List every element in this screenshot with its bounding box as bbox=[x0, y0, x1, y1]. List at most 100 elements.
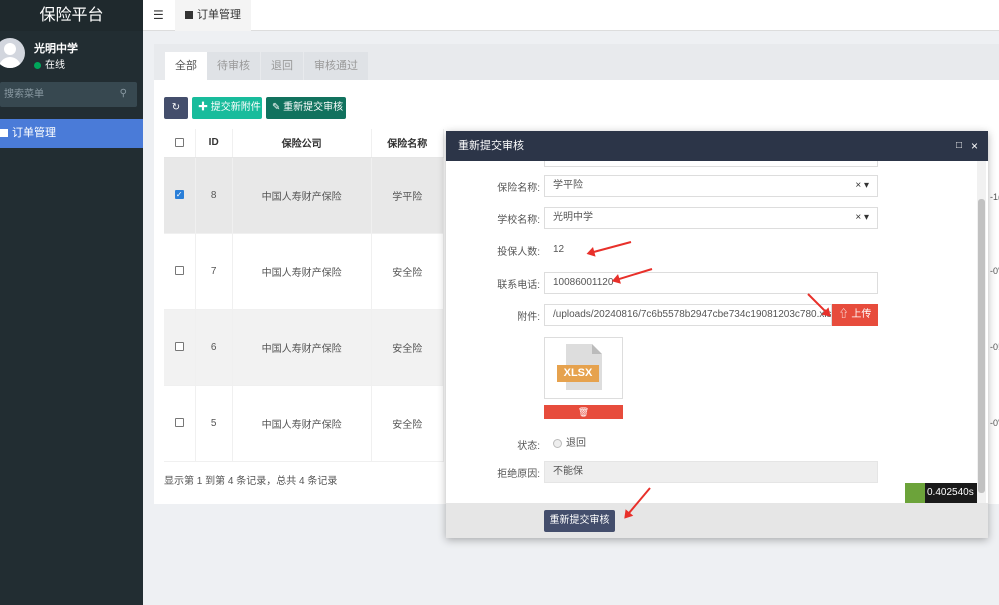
row-checkbox[interactable]: ✓ bbox=[174, 190, 184, 200]
sidebar-item-label: 订单管理 bbox=[12, 127, 56, 139]
cell-id: 7 bbox=[195, 233, 233, 310]
form-row-insured-count: 投保人数: 12 bbox=[446, 239, 976, 261]
user-name: 光明中学 bbox=[34, 43, 78, 55]
header-tab-orders[interactable]: 订单管理 bbox=[175, 0, 251, 31]
tab-approved[interactable]: 审核通过 bbox=[304, 52, 368, 80]
cell-company: 中国人寿财产保险 bbox=[232, 233, 372, 310]
row-select-cell bbox=[164, 233, 196, 310]
cell-id: 6 bbox=[195, 309, 233, 386]
avatar bbox=[0, 38, 25, 68]
status-radio-group: 退回 bbox=[544, 433, 878, 455]
load-timer-badge[interactable]: 0.402540s bbox=[905, 483, 977, 503]
attachment-path-field[interactable]: /uploads/20240816/7c6b5578b2947cbe734c19… bbox=[544, 304, 832, 326]
form-row-school-name: 学校名称: 光明中学 × ▾ bbox=[446, 207, 976, 229]
dialog-title: 重新提交审核 bbox=[458, 140, 524, 152]
resubmit-review-button[interactable]: ✎ 重新提交审核 bbox=[266, 97, 346, 119]
table-row[interactable]: ✓ 8 中国人寿财产保险 学平险 bbox=[164, 157, 445, 234]
close-icon[interactable]: × bbox=[971, 131, 978, 161]
table-header-row: ID 保险公司 保险名称 bbox=[164, 129, 445, 158]
status-label: 状态: bbox=[517, 441, 540, 452]
clear-caret-icon[interactable]: × ▾ bbox=[855, 176, 869, 196]
file-type-badge: XLSX bbox=[557, 365, 599, 382]
user-panel: 光明中学 在线 bbox=[0, 36, 143, 76]
insurance-name-select[interactable]: 学平险 × ▾ bbox=[544, 175, 878, 197]
insured-count-label: 投保人数: bbox=[497, 247, 540, 258]
form-row-reject-reason: 拒绝原因: 不能保 bbox=[446, 461, 976, 483]
sidebar: 保险平台 光明中学 在线 ⚲ 订单管理 bbox=[0, 0, 143, 605]
form-row-status: 状态: 退回 bbox=[446, 433, 976, 455]
row-checkbox[interactable] bbox=[174, 266, 184, 276]
cell-name: 安全险 bbox=[371, 385, 445, 462]
cell-name: 安全险 bbox=[371, 309, 445, 386]
upload-icon: ⇧ bbox=[838, 309, 849, 320]
header-tab-label: 订单管理 bbox=[197, 9, 241, 21]
form-row-attachment: 附件: /uploads/20240816/7c6b5578b2947cbe73… bbox=[446, 304, 976, 326]
table-row[interactable]: 7 中国人寿财产保险 安全险 bbox=[164, 233, 445, 310]
search-icon[interactable]: ⚲ bbox=[120, 88, 127, 99]
add-attachment-button[interactable]: ✚ 提交新附件 bbox=[192, 97, 262, 119]
hamburger-icon[interactable]: ☰ bbox=[153, 8, 164, 22]
status-text: 在线 bbox=[45, 60, 65, 71]
tab-pending[interactable]: 待审核 bbox=[207, 52, 260, 80]
upload-button[interactable]: ⇧ 上传 bbox=[832, 304, 878, 326]
cell-company: 中国人寿财产保险 bbox=[232, 157, 372, 234]
delete-attachment-button[interactable]: 🗑 bbox=[544, 405, 623, 419]
resubmit-button[interactable]: 重新提交审核 bbox=[544, 510, 615, 532]
cell-company: 中国人寿财产保险 bbox=[232, 385, 372, 462]
list-icon bbox=[0, 129, 8, 138]
row-select-cell bbox=[164, 385, 196, 462]
dialog-body: 保险名称: 学平险 × ▾ 学校名称: 光明中学 × ▾ 投保人数: 12 联系电话… bbox=[446, 161, 988, 503]
reject-reason-field: 不能保 bbox=[544, 461, 878, 483]
col-name[interactable]: 保险名称 bbox=[371, 129, 445, 158]
pagination-summary: 显示第 1 到第 4 条记录，总共 4 条记录 bbox=[164, 476, 338, 487]
trash-icon: 🗑 bbox=[577, 407, 590, 417]
cell-id: 5 bbox=[195, 385, 233, 462]
refresh-button[interactable]: ↻ bbox=[164, 97, 188, 119]
phone-field[interactable]: 10086001120 bbox=[544, 272, 878, 294]
add-attachment-label: 提交新附件 bbox=[210, 102, 261, 113]
col-company[interactable]: 保险公司 bbox=[232, 129, 372, 158]
partial-field[interactable] bbox=[544, 161, 878, 167]
attachment-label: 附件: bbox=[517, 312, 540, 323]
school-name-label: 学校名称: bbox=[497, 215, 540, 226]
school-name-value: 光明中学 bbox=[553, 212, 593, 223]
dialog-header: 重新提交审核 □ × bbox=[446, 131, 988, 161]
cell-name: 安全险 bbox=[371, 233, 445, 310]
reject-reason-label: 拒绝原因: bbox=[497, 469, 540, 480]
user-status: 在线 bbox=[34, 56, 65, 71]
tab-all[interactable]: 全部 bbox=[165, 52, 207, 80]
clear-caret-icon[interactable]: × ▾ bbox=[855, 208, 869, 228]
cell-overflow: -1( bbox=[990, 192, 999, 202]
status-radio[interactable] bbox=[553, 438, 562, 448]
form-row-partial bbox=[446, 161, 976, 167]
table-row[interactable]: 6 中国人寿财产保险 安全险 bbox=[164, 309, 445, 386]
school-name-select[interactable]: 光明中学 × ▾ bbox=[544, 207, 878, 229]
form-row-phone: 联系电话: 10086001120 bbox=[446, 272, 976, 294]
refresh-icon: ↻ bbox=[171, 102, 181, 113]
row-checkbox[interactable] bbox=[174, 342, 184, 352]
attachment-thumbnail[interactable]: XLSX bbox=[544, 337, 623, 399]
col-id[interactable]: ID bbox=[195, 129, 233, 158]
dialog-footer: 重新提交审核 bbox=[446, 503, 988, 538]
phone-label: 联系电话: bbox=[497, 280, 540, 291]
sidebar-item-orders[interactable]: 订单管理 bbox=[0, 119, 143, 148]
cell-overflow: -0' bbox=[990, 266, 999, 276]
table-row[interactable]: 5 中国人寿财产保险 安全险 bbox=[164, 385, 445, 462]
status-tabs: 全部 待审核 退回 审核通过 bbox=[154, 44, 999, 80]
select-all-checkbox[interactable] bbox=[174, 138, 184, 148]
row-select-cell: ✓ bbox=[164, 157, 196, 234]
dialog-scrollbar[interactable] bbox=[977, 161, 986, 503]
tab-returned[interactable]: 退回 bbox=[261, 52, 303, 80]
cell-company: 中国人寿财产保险 bbox=[232, 309, 372, 386]
app-title[interactable]: 保险平台 bbox=[0, 0, 143, 31]
status-value: 退回 bbox=[566, 438, 586, 449]
menu-search-input[interactable] bbox=[0, 82, 112, 107]
row-checkbox[interactable] bbox=[174, 418, 184, 428]
row-select-cell bbox=[164, 309, 196, 386]
cell-overflow: -0! bbox=[990, 342, 999, 352]
select-all-header bbox=[164, 129, 196, 158]
list-icon bbox=[185, 11, 193, 20]
top-header: ☰ 订单管理 bbox=[143, 0, 999, 31]
maximize-icon[interactable]: □ bbox=[956, 131, 962, 161]
scrollbar-thumb[interactable] bbox=[978, 199, 985, 493]
